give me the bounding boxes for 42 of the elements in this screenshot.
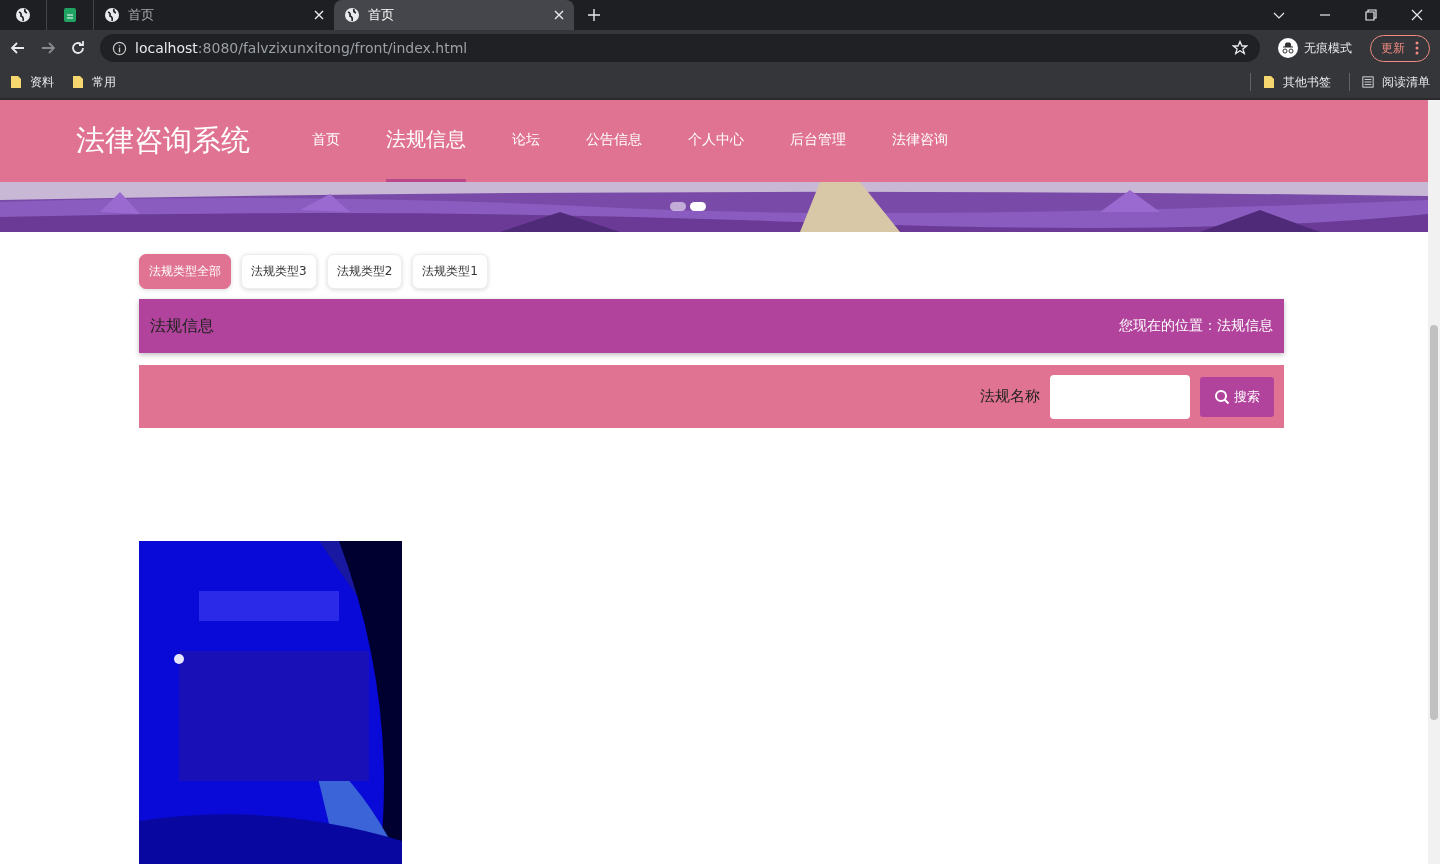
list-icon xyxy=(1362,75,1374,89)
search-button[interactable]: 搜索 xyxy=(1200,376,1274,417)
filter-chip[interactable]: 法规类型3 xyxy=(241,254,317,289)
browser-tab[interactable]: 首页 xyxy=(334,0,574,30)
close-icon[interactable] xyxy=(554,10,564,20)
restore-icon[interactable] xyxy=(1365,9,1377,21)
forward-icon[interactable] xyxy=(40,40,56,56)
more-icon xyxy=(1415,41,1419,55)
close-icon[interactable] xyxy=(1411,9,1423,21)
folder-icon xyxy=(1263,75,1275,89)
folder-icon xyxy=(72,75,84,89)
tab-title: 首页 xyxy=(128,6,155,24)
globe-icon xyxy=(15,7,31,23)
bookmark-star-icon[interactable] xyxy=(1232,40,1248,56)
sheet-icon xyxy=(62,7,78,23)
search-icon xyxy=(1214,388,1230,405)
scrollbar-thumb[interactable] xyxy=(1430,325,1438,720)
close-icon[interactable] xyxy=(314,10,324,20)
incognito-icon xyxy=(1278,38,1298,58)
globe-icon xyxy=(344,7,360,23)
address-bar[interactable]: localhost:8080/falvzixunxitong/front/index.html xyxy=(100,34,1260,62)
filter-chip[interactable]: 法规类型1 xyxy=(412,254,488,289)
filter-chip[interactable]: 法规类型2 xyxy=(326,254,403,289)
breadcrumb: 您现在的位置：法规信息 xyxy=(1119,317,1273,335)
site-logo: 法律咨询系统 xyxy=(76,122,250,159)
bookmark-item[interactable]: 阅读清单 xyxy=(1362,73,1430,91)
url-text: localhost:8080/falvzixunxitong/front/index.html xyxy=(135,40,468,56)
search-field[interactable] xyxy=(1050,374,1190,419)
section-title: 法规信息 xyxy=(150,315,214,337)
incognito-badge[interactable]: 无痕模式 xyxy=(1274,38,1356,58)
tab-title: 首页 xyxy=(368,6,395,24)
reload-icon[interactable] xyxy=(70,40,86,56)
folder-icon xyxy=(10,75,22,89)
field-label: 法规名称 xyxy=(980,387,1040,406)
browser-tab[interactable]: 首页 xyxy=(94,0,334,30)
back-icon[interactable] xyxy=(10,40,26,56)
bookmark-item[interactable]: 常用 xyxy=(72,73,116,91)
globe-icon xyxy=(104,7,120,23)
bookmark-item[interactable]: 其他书签 xyxy=(1263,73,1331,91)
new-tab-icon[interactable] xyxy=(588,9,600,21)
bookmark-item[interactable]: 资料 xyxy=(10,73,54,91)
info-icon xyxy=(112,40,127,56)
